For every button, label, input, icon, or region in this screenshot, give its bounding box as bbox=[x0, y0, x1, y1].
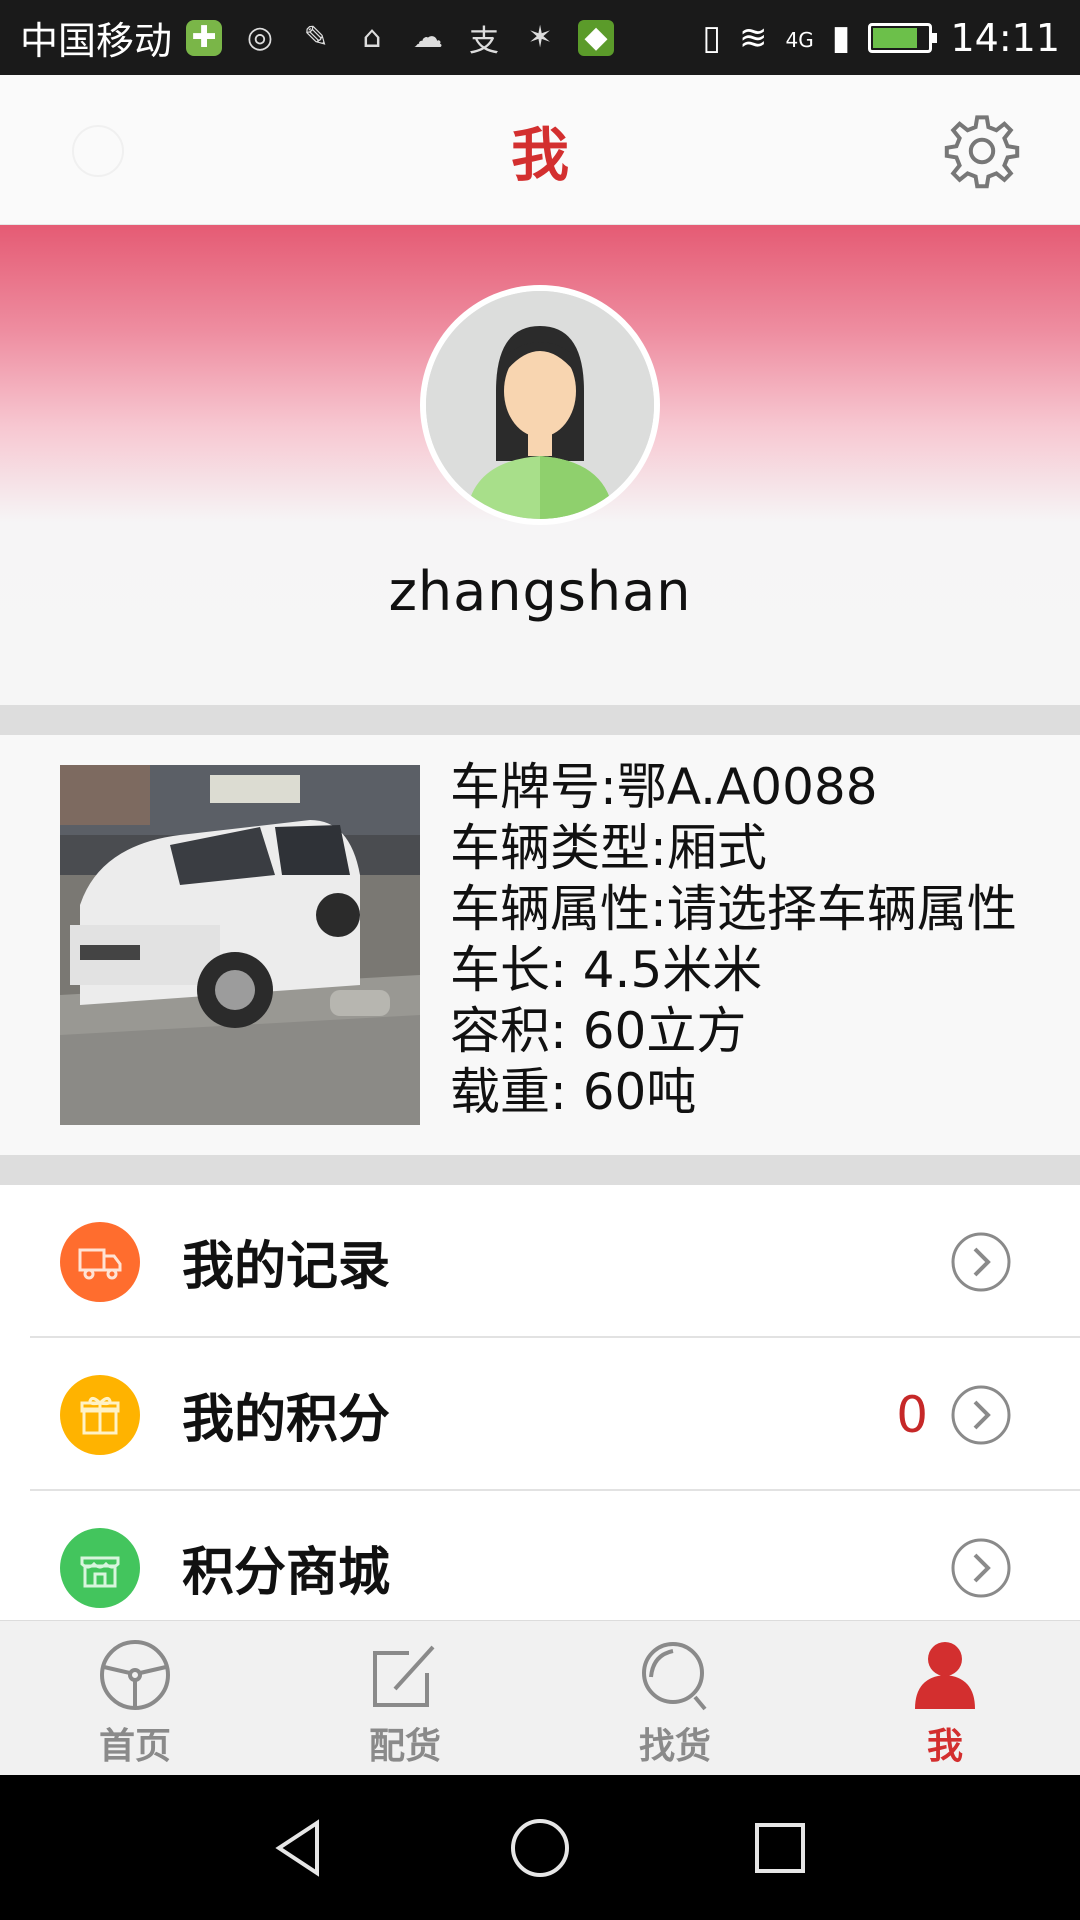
vehicle-type: 车辆类型:厢式 bbox=[450, 819, 767, 877]
user-avatar-icon bbox=[426, 291, 654, 519]
shop-notification-icon: ◆ bbox=[578, 19, 615, 56]
store-icon bbox=[60, 1527, 140, 1608]
person-icon bbox=[915, 1642, 975, 1709]
section-divider bbox=[0, 1155, 1080, 1185]
clock: 14:11 bbox=[950, 15, 1060, 60]
vehicle-volume: 容积: 60立方 bbox=[450, 1002, 747, 1060]
brush-icon: ✎ bbox=[303, 20, 329, 55]
chevron-right-icon bbox=[951, 1538, 1011, 1597]
vehicle-photo bbox=[60, 765, 420, 1125]
wechat-icon: ☁ bbox=[413, 20, 444, 55]
steering-wheel-icon bbox=[100, 1640, 170, 1710]
vehicle-load: 载重: 60吨 bbox=[450, 1063, 697, 1121]
bottom-nav: 首页 配货 找货 我 bbox=[0, 1620, 1080, 1775]
vehicle-attribute: 车辆属性:请选择车辆属性 bbox=[450, 880, 1017, 938]
tab-label: 找货 bbox=[638, 1726, 711, 1767]
search-icon bbox=[642, 1642, 707, 1711]
edit-icon bbox=[373, 1645, 435, 1707]
menu-item-label: 我的积分 bbox=[182, 1390, 391, 1450]
vehicle-length: 车长: 4.5米米 bbox=[450, 941, 763, 999]
menu-item-label: 积分商城 bbox=[182, 1543, 391, 1603]
runner-icon: ✶ bbox=[527, 20, 553, 55]
glasses-icon: ◎ bbox=[246, 20, 274, 55]
gift-icon bbox=[60, 1374, 140, 1455]
tab-label: 我 bbox=[926, 1726, 963, 1767]
menu-list: 我的记录 我的积分 0 积分商城 bbox=[0, 1185, 1080, 1644]
vehicle-card[interactable]: 车牌号:鄂A.A0088 车辆类型:厢式 车辆属性:请选择车辆属性 车长: 4.… bbox=[0, 735, 1080, 1155]
avatar[interactable] bbox=[420, 285, 660, 525]
header: 我 bbox=[0, 75, 1080, 225]
vehicle-info: 车牌号:鄂A.A0088 车辆类型:厢式 车辆属性:请选择车辆属性 车长: 4.… bbox=[450, 757, 1080, 1123]
menu-item-label: 我的记录 bbox=[182, 1237, 391, 1297]
tab-me[interactable]: 我 bbox=[810, 1621, 1080, 1776]
app-notification-icon: ✚ bbox=[186, 19, 223, 56]
battery-icon bbox=[868, 22, 938, 53]
tab-label: 配货 bbox=[368, 1726, 441, 1767]
carrier-name: 中国移动 bbox=[20, 19, 173, 63]
gear-icon[interactable] bbox=[942, 111, 1022, 191]
vibrate-icon: ▯ bbox=[702, 17, 722, 58]
notification-icons: ✚ ◎ ✎ ⌂ ☁ 支 ✶ ◆ bbox=[186, 19, 615, 59]
header-left-button[interactable] bbox=[72, 125, 124, 177]
chevron-right-icon bbox=[951, 1232, 1011, 1291]
home-icon[interactable] bbox=[505, 1813, 575, 1883]
points-value: 0 bbox=[896, 1385, 928, 1444]
alipay-icon: 支 bbox=[469, 23, 500, 59]
tab-find-goods[interactable]: 找货 bbox=[540, 1621, 810, 1776]
network-type: 4G bbox=[785, 27, 814, 52]
wifi-icon: ≋ bbox=[739, 17, 768, 58]
username: zhangshan bbox=[388, 560, 692, 623]
section-divider bbox=[0, 705, 1080, 735]
status-bar: 中国移动 ✚ ◎ ✎ ⌂ ☁ 支 ✶ ◆ ▯ ≋ 4G ▮ 14:11 bbox=[0, 0, 1080, 75]
tab-dispatch[interactable]: 配货 bbox=[270, 1621, 540, 1776]
page-title: 我 bbox=[510, 120, 569, 189]
vehicle-plate: 车牌号:鄂A.A0088 bbox=[450, 758, 878, 816]
system-nav-bar bbox=[0, 1775, 1080, 1920]
back-icon[interactable] bbox=[265, 1813, 335, 1883]
recents-icon[interactable] bbox=[745, 1813, 815, 1883]
truck-icon bbox=[60, 1221, 140, 1302]
signal-icon: ▮ bbox=[831, 17, 851, 58]
tab-label: 首页 bbox=[98, 1726, 171, 1767]
menu-item-my-records[interactable]: 我的记录 bbox=[0, 1185, 1080, 1338]
menu-item-my-points[interactable]: 我的积分 0 bbox=[0, 1338, 1080, 1491]
profile-banner: zhangshan bbox=[0, 225, 1080, 705]
android-icon: ⌂ bbox=[362, 20, 382, 55]
chevron-right-icon bbox=[951, 1385, 1011, 1444]
tab-home[interactable]: 首页 bbox=[0, 1621, 270, 1776]
